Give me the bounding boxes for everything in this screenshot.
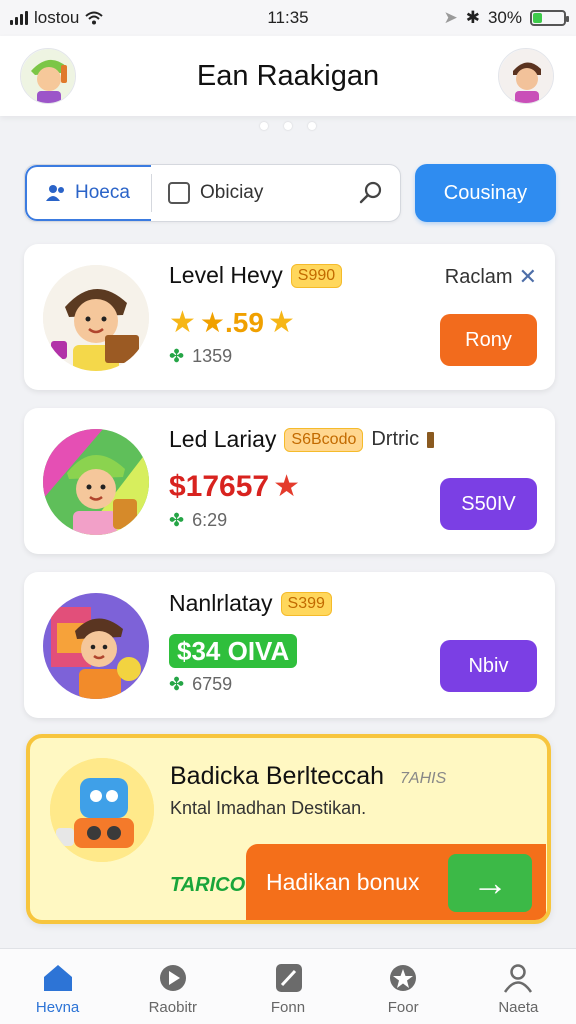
play-icon <box>159 965 186 991</box>
card-count: 6:29 <box>192 510 228 530</box>
checkbox[interactable] <box>168 182 190 204</box>
boy-avatar-icon <box>499 49 553 103</box>
card-action-button[interactable]: Rony <box>440 314 537 366</box>
close-icon[interactable]: ✕ <box>519 264 537 290</box>
nav-item-pencil[interactable]: Fonn <box>238 963 338 1016</box>
segmented-control: Hoeca Obiciay <box>24 164 401 222</box>
claim-bonus-label: Hadikan bonux <box>266 868 420 895</box>
battery-percent: 30% <box>487 8 522 27</box>
price-badge: S6Bcodo <box>284 427 364 452</box>
boy-with-frame-icon <box>43 593 149 699</box>
promo-code: TARICO <box>170 874 246 896</box>
card-meta-label: Drtric <box>371 428 420 450</box>
page-indicator <box>0 122 576 130</box>
location-icon: ➤ <box>443 8 458 27</box>
nav-item-play[interactable]: Raobitr <box>123 963 223 1016</box>
child-avatar-icon <box>21 49 75 103</box>
promo-subtitle: Kntal Imadhan Destikan. <box>170 798 367 818</box>
price-value: $34 OIVA <box>169 634 298 668</box>
nav-label: Hevna <box>35 999 80 1016</box>
profile-icon <box>504 964 533 993</box>
list-card[interactable]: Led Lariay S6Bcodo Drtric $17657 ★ ✤ 6:2… <box>24 408 555 554</box>
price-badge: S990 <box>290 263 343 288</box>
boy-with-box-icon <box>43 265 149 371</box>
battery-icon <box>530 10 569 26</box>
list-card[interactable]: Nanlrlatay S399 $34 OIVA ✤ 6759 Nbiv <box>24 572 555 718</box>
card-title: Led Lariay <box>169 426 277 452</box>
card-action-button[interactable]: Nbiv <box>440 640 537 692</box>
bottom-nav: Hevna Raobitr Fonn Foor Naeta <box>0 948 576 1024</box>
users-icon <box>46 185 64 201</box>
menu-avatar[interactable] <box>20 48 76 104</box>
nav-item-star[interactable]: Foor <box>353 963 453 1016</box>
nav-item-profile[interactable]: Naeta <box>468 963 568 1016</box>
nav-label: Raobitr <box>148 999 197 1016</box>
card-title: Level Hevy <box>169 262 283 288</box>
app-header: Ean Raakigan <box>0 36 576 116</box>
segment-active[interactable]: Hoeca <box>25 165 151 221</box>
star-icon: ★ <box>267 305 295 339</box>
price-value: $17657 <box>169 470 270 503</box>
segment-other[interactable]: Obiciay <box>152 182 358 204</box>
filter-row: Hoeca Obiciay Cousinay <box>24 164 556 222</box>
card-avatar <box>43 429 149 535</box>
card-count: 6759 <box>192 674 233 694</box>
clover-icon: ✤ <box>169 510 185 530</box>
nav-label: Foor <box>387 999 419 1016</box>
carrier-label: lostou <box>34 8 80 27</box>
segment-active-label: Hoeca <box>75 182 130 203</box>
card-count: 1359 <box>192 346 233 366</box>
card-meta-label: Raclam <box>444 265 513 288</box>
pencil-icon <box>275 964 302 992</box>
profile-avatar[interactable] <box>498 48 554 104</box>
clover-icon: ✤ <box>169 346 185 366</box>
list-card[interactable]: Level Hevy S990 Raclam ✕ ★ ★.59 ★ ✤ 1359… <box>24 244 555 390</box>
card-title: Nanlrlatay <box>169 590 273 616</box>
claim-bonus-button[interactable]: Hadikan bonux → <box>246 844 546 920</box>
wifi-icon <box>85 11 104 25</box>
bookmark-icon <box>427 431 435 448</box>
card-avatar <box>43 265 149 371</box>
status-time: 11:35 <box>267 8 309 27</box>
segment-other-label: Obiciay <box>200 182 264 203</box>
rating-value: ★.59 <box>199 307 264 338</box>
star-icon: ★ <box>273 470 301 503</box>
star-icon <box>390 965 417 991</box>
card-action-button[interactable]: S50IV <box>440 478 537 530</box>
robot-toy-icon <box>50 758 154 862</box>
home-icon <box>43 965 72 991</box>
primary-action-button[interactable]: Cousinay <box>415 164 556 222</box>
star-icon: ★ <box>169 305 196 339</box>
search-icon[interactable] <box>358 180 384 206</box>
nav-label: Naeta <box>498 999 539 1016</box>
price-badge: S399 <box>280 591 332 616</box>
signal-icon <box>10 11 28 25</box>
card-avatar <box>43 593 149 699</box>
nav-item-home[interactable]: Hevna <box>8 963 108 1016</box>
promo-title: Badicka Berlteccah <box>170 762 385 790</box>
promo-card[interactable]: Badicka Berlteccah 7AHIS Kntal Imadhan D… <box>26 734 551 924</box>
promo-badge: 7AHIS <box>400 770 447 787</box>
bluetooth-icon: ✱ <box>465 8 480 27</box>
clover-icon: ✤ <box>169 674 185 694</box>
arrow-right-icon[interactable]: → <box>448 854 532 912</box>
nav-label: Fonn <box>270 999 306 1016</box>
page-title: Ean Raakigan <box>196 59 380 92</box>
status-bar: lostou 11:35 ➤ ✱ 30% <box>0 0 576 36</box>
promo-illustration <box>50 758 154 862</box>
boy-with-hat-icon <box>43 429 149 535</box>
